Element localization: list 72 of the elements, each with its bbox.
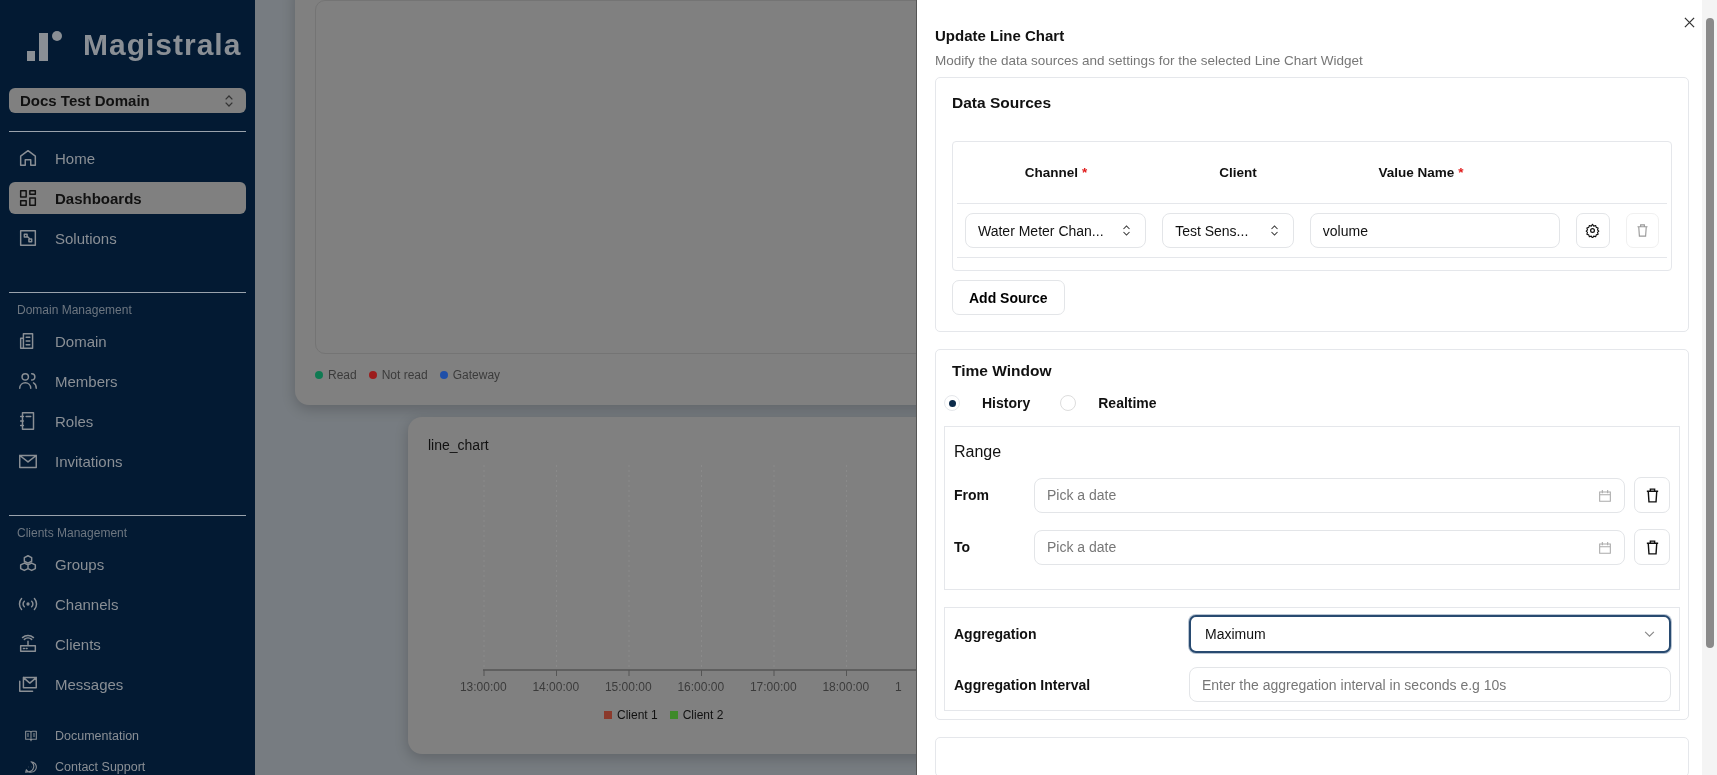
nav-item[interactable]: Domain: [9, 325, 246, 357]
footer-link[interactable]: Documentation: [23, 728, 246, 744]
card-title: Data Sources: [952, 94, 1053, 112]
value-name-field[interactable]: volume: [1309, 213, 1561, 248]
sheet-description: Modify the data sources and settings for the selected Line Chart Widget: [935, 53, 1363, 68]
section-heading: Domain Management: [16, 302, 133, 319]
chevron-updown-icon: [1122, 224, 1132, 237]
field-label: From: [954, 487, 990, 503]
chevron-updown-icon: [1269, 224, 1279, 237]
legend-label: Client 2: [682, 708, 724, 722]
add-source-button[interactable]: Add Source: [952, 280, 1065, 315]
nav-icon: [17, 187, 39, 209]
card-title: Time Window: [951, 362, 1053, 380]
section-heading: Clients Management: [16, 525, 129, 542]
nav-item[interactable]: Invitations: [9, 445, 246, 477]
radio-label: History: [982, 395, 1031, 411]
calendar-icon: [1597, 487, 1613, 504]
column-header: Channel *: [1023, 165, 1089, 180]
field-label: Aggregation Interval: [954, 676, 1092, 693]
book-icon: [23, 728, 39, 744]
axis-tick-label: 15:00:00: [603, 680, 653, 694]
axis-tick-label: 16:00:00: [676, 680, 726, 694]
nav-icon: [17, 227, 39, 249]
radio-label: Realtime: [1098, 395, 1157, 411]
radio-option[interactable]: History: [944, 395, 1031, 411]
axis-tick-label: 1: [894, 680, 902, 694]
chevron-down-icon: [1644, 630, 1655, 638]
scrollbar[interactable]: [1702, 0, 1717, 775]
axis-tick-label: 17:00:00: [748, 680, 798, 694]
settings-button[interactable]: [1576, 213, 1610, 248]
interval-field[interactable]: Enter the aggregation interval in seconds e.g 10s: [1189, 667, 1671, 702]
nav-item[interactable]: Messages: [9, 668, 246, 700]
nav-icon: [17, 633, 39, 655]
nav-icon: [17, 370, 39, 392]
calendar-icon: [1597, 539, 1613, 556]
nav-item[interactable]: Clients: [9, 628, 246, 660]
axis-tick-label: 13:00:00: [458, 680, 508, 694]
sheet-title: Update Line Chart: [935, 27, 1066, 44]
nav-item[interactable]: Members: [9, 365, 246, 397]
delete-button[interactable]: [1634, 529, 1670, 565]
client-select[interactable]: Test Sens...: [1162, 213, 1294, 248]
column-header: Value Name *: [1377, 165, 1465, 180]
nav-item[interactable]: Groups: [9, 548, 246, 580]
footer-link[interactable]: Contact Support: [23, 759, 246, 775]
range-title: Range: [954, 443, 1003, 461]
legend-label: Client 1: [617, 708, 658, 722]
chevron-updown-icon: [224, 93, 234, 108]
nav-item[interactable]: Channels: [9, 588, 246, 620]
nav-item[interactable]: Solutions: [9, 222, 246, 254]
settings-icon: [1585, 223, 1601, 238]
nav-icon: [17, 147, 39, 169]
legend-label: Gateway: [452, 368, 501, 382]
delete-button[interactable]: [1634, 477, 1670, 513]
brand-name: Magistrala: [83, 28, 242, 62]
axis-tick-label: 18:00:00: [821, 680, 871, 694]
column-header: Client: [1218, 165, 1258, 180]
field-label: Aggregation: [954, 626, 1038, 642]
date-field[interactable]: Pick a date: [1034, 529, 1625, 565]
aggregation-select[interactable]: Maximum: [1189, 615, 1671, 653]
nav-item[interactable]: Roles: [9, 405, 246, 437]
domain-selector[interactable]: Docs Test Domain: [9, 88, 246, 113]
chart-title: line_chart: [428, 437, 490, 453]
axis-tick-label: 14:00:00: [531, 680, 581, 694]
legend-label: Read: [328, 368, 357, 382]
date-field[interactable]: Pick a date: [1034, 477, 1625, 513]
nav-item[interactable]: Home: [9, 142, 246, 174]
nav-item[interactable]: Dashboards: [9, 182, 246, 214]
field-label: To: [954, 539, 972, 555]
legend-label: Not read: [381, 368, 428, 382]
close-icon: [1684, 17, 1695, 28]
channel-select[interactable]: Water Meter Chan...: [965, 213, 1147, 248]
radio-option[interactable]: Realtime: [1060, 395, 1157, 411]
